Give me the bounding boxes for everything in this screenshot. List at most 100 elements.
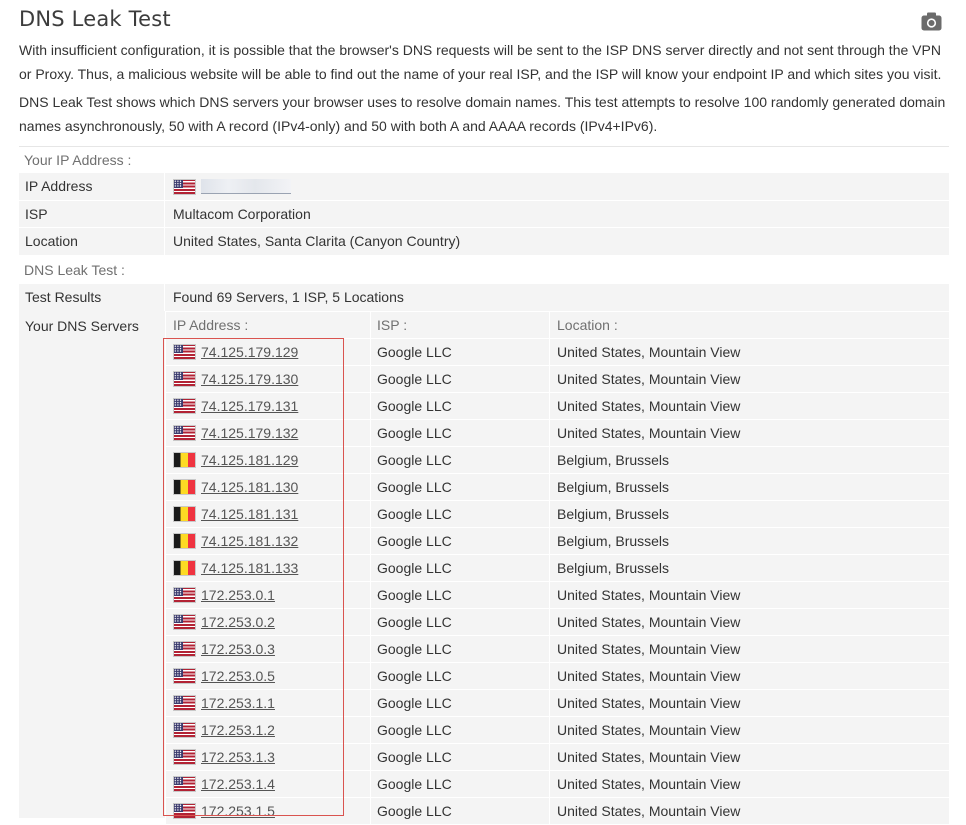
dns-servers-key: Your DNS Servers [25,318,139,334]
dns-ip-link[interactable]: 172.253.1.2 [201,717,275,744]
dns-ip-cell: 74.125.179.132 [166,420,371,446]
dns-ip-link[interactable]: 74.125.181.130 [201,474,298,501]
isp-row: ISP Multacom Corporation [19,200,949,228]
camera-icon[interactable] [921,12,942,31]
dns-ip-cell: 172.253.1.2 [166,717,371,743]
dns-ip-link[interactable]: 74.125.179.131 [201,393,298,420]
dns-ip-link[interactable]: 172.253.0.2 [201,609,275,636]
dns-isp-cell: Google LLC [371,339,550,365]
dns-isp-cell: Google LLC [371,474,550,500]
dns-ip-link[interactable]: 74.125.179.132 [201,420,298,447]
dns-ip-cell: 74.125.179.130 [166,366,371,392]
test-results-value: Found 69 Servers, 1 ISP, 5 Locations [173,289,404,305]
dns-ip-cell: 74.125.179.131 [166,393,371,419]
dns-isp-cell: Google LLC [371,366,550,392]
belgium-flag-icon [173,533,196,549]
belgium-flag-icon [173,506,196,522]
dns-ip-cell: 172.253.0.2 [166,609,371,635]
dns-ip-link[interactable]: 74.125.181.129 [201,447,298,474]
dns-server-row: 74.125.181.133 Google LLC Belgium, Brussel… [166,554,949,581]
dns-location-cell: United States, Mountain View [557,803,741,819]
dns-server-row: 172.253.0.5 Google LLC United States, Moun… [166,662,949,689]
dns-location-cell: United States, Mountain View [557,344,741,360]
us-flag-icon [173,344,196,360]
ip-address-key: IP Address [19,173,165,200]
us-flag-icon [173,587,196,603]
test-results-key: Test Results [19,284,165,311]
dns-isp-cell: Google LLC [371,744,550,770]
dns-location-cell: United States, Mountain View [557,641,741,657]
ip-address-row: IP Address [19,173,949,200]
dns-server-row: 172.253.1.1 Google LLC United States, Moun… [166,689,949,716]
dns-server-row: 74.125.179.131 Google LLC United States, M… [166,392,949,419]
dns-isp-cell: Google LLC [371,393,550,419]
dns-ip-link[interactable]: 74.125.181.131 [201,501,298,528]
dns-ip-link[interactable]: 172.253.1.1 [201,690,275,717]
test-results-row: Test Results Found 69 Servers, 1 ISP, 5 … [19,284,949,311]
dns-ip-cell: 74.125.181.129 [166,447,371,473]
dns-ip-link[interactable]: 74.125.179.129 [201,339,298,366]
us-flag-icon [173,749,196,765]
dns-ip-link[interactable]: 172.253.1.5 [201,798,275,825]
us-flag-icon [173,425,196,441]
dns-ip-link[interactable]: 74.125.181.132 [201,528,298,555]
dns-ip-link[interactable]: 172.253.1.4 [201,771,275,798]
dns-server-row: 172.253.1.2 Google LLC United States, Moun… [166,716,949,743]
dns-table-header: IP Address : ISP : Location : [166,311,949,338]
dns-ip-link[interactable]: 172.253.0.3 [201,636,275,663]
dns-server-row: 74.125.179.132 Google LLC United States, M… [166,419,949,446]
dns-location-cell: United States, Mountain View [557,398,741,414]
dns-isp-cell: Google LLC [371,420,550,446]
dns-ip-cell: 172.253.0.5 [166,663,371,689]
dns-isp-cell: Google LLC [371,501,550,527]
isp-column-header: ISP : [371,312,550,338]
us-flag-icon [173,371,196,387]
dns-ip-link[interactable]: 172.253.1.3 [201,744,275,771]
dns-location-cell: Belgium, Brussels [557,452,670,468]
dns-server-row: 74.125.181.131 Google LLC Belgium, Brussel… [166,500,949,527]
dns-server-row: 172.253.0.3 Google LLC United States, Moun… [166,635,949,662]
dns-ip-cell: 172.253.1.5 [166,798,371,824]
dns-ip-link[interactable]: 74.125.179.130 [201,366,298,393]
dns-isp-cell: Google LLC [371,582,550,608]
dns-server-row: 74.125.179.130 Google LLC United States, M… [166,365,949,392]
dns-location-cell: United States, Mountain View [557,371,741,387]
ip-column-header: IP Address : [166,312,371,338]
intro-paragraph-1: With insufficient configuration, it is p… [19,42,942,82]
belgium-flag-icon [173,479,196,495]
dns-isp-cell: Google LLC [371,609,550,635]
us-flag-icon [173,614,196,630]
dns-ip-cell: 74.125.179.129 [166,339,371,365]
dns-isp-cell: Google LLC [371,663,550,689]
dns-server-row: 74.125.181.129 Google LLC Belgium, Brussel… [166,446,949,473]
dns-location-cell: United States, Mountain View [557,668,741,684]
dns-ip-cell: 172.253.0.3 [166,636,371,662]
dns-location-cell: United States, Mountain View [557,695,741,711]
dns-isp-cell: Google LLC [371,771,550,797]
dns-isp-cell: Google LLC [371,690,550,716]
isp-key: ISP [19,201,165,228]
dns-isp-cell: Google LLC [371,447,550,473]
dns-ip-cell: 74.125.181.131 [166,501,371,527]
dns-isp-cell: Google LLC [371,717,550,743]
isp-value: Multacom Corporation [173,206,311,222]
us-flag-icon [173,641,196,657]
us-flag-icon [173,776,196,792]
dns-ip-cell: 172.253.1.1 [166,690,371,716]
dns-location-cell: Belgium, Brussels [557,533,670,549]
dns-server-row: 172.253.1.4 Google LLC United States, Moun… [166,770,949,797]
location-column-header: Location : [557,317,618,333]
dns-isp-cell: Google LLC [371,528,550,554]
dns-server-row: 172.253.0.2 Google LLC United States, Moun… [166,608,949,635]
ip-address-value [165,173,949,200]
dns-ip-link[interactable]: 74.125.181.133 [201,555,298,582]
dns-ip-link[interactable]: 172.253.0.1 [201,582,275,609]
dns-location-cell: Belgium, Brussels [557,560,670,576]
us-flag-icon [173,668,196,684]
us-flag-icon [173,803,196,819]
dns-ip-link[interactable]: 172.253.0.5 [201,663,275,690]
us-flag-icon [173,178,196,195]
dns-server-row: 74.125.181.130 Google LLC Belgium, Brussel… [166,473,949,500]
dns-location-cell: United States, Mountain View [557,614,741,630]
dns-location-cell: Belgium, Brussels [557,479,670,495]
